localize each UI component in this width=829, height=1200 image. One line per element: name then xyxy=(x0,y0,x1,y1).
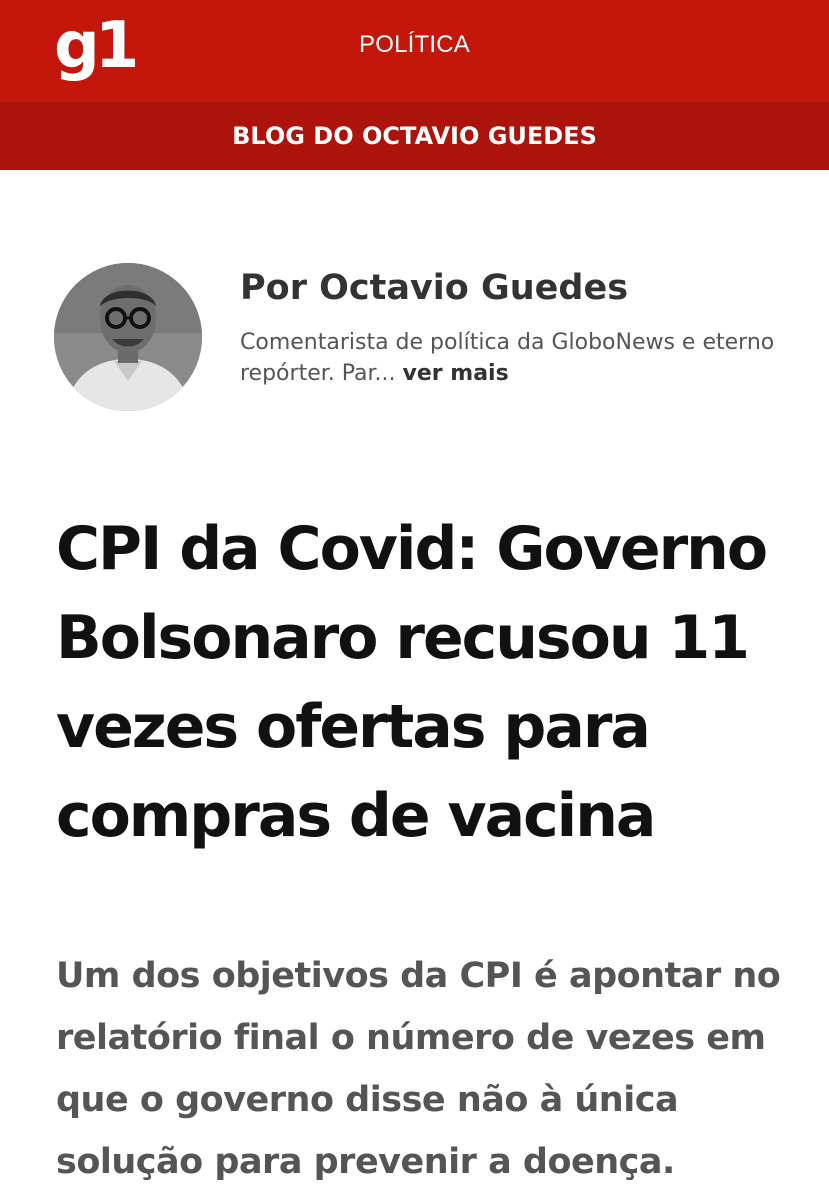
top-navigation-bar: g1 POLÍTICA xyxy=(0,0,829,102)
blog-title-link[interactable]: BLOG DO OCTAVIO GUEDES xyxy=(0,120,829,152)
author-avatar[interactable] xyxy=(54,263,202,411)
article-subheadline: Um dos objetivos da CPI é apontar no rel… xyxy=(56,956,781,1182)
blog-title-bar: BLOG DO OCTAVIO GUEDES xyxy=(0,102,829,170)
section-link-politica[interactable]: POLÍTICA xyxy=(0,30,829,60)
see-more-link[interactable]: ver mais xyxy=(403,361,509,386)
author-bio: Comentarista de política da GloboNews e … xyxy=(240,327,785,389)
author-photo-icon xyxy=(54,263,202,411)
article-headline: CPI da Covid: Governo Bolsonaro recusou … xyxy=(56,514,768,851)
author-name[interactable]: Por Octavio Guedes xyxy=(240,266,628,310)
